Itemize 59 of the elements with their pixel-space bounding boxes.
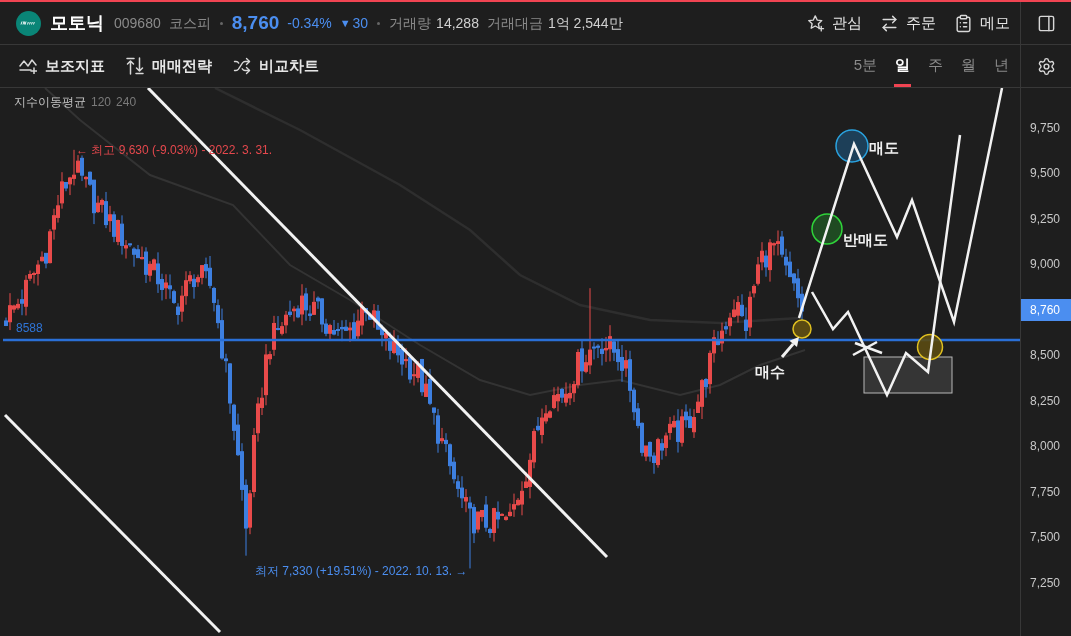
settings-icon xyxy=(1036,56,1056,76)
strategy-button[interactable]: 매매전략 xyxy=(126,54,212,78)
line-chart-plus-icon xyxy=(19,58,37,74)
watchlist-button[interactable]: 관심 xyxy=(807,11,862,35)
indicator-button[interactable]: 보조지표 xyxy=(19,54,105,78)
high-price-label: ← 최고 9,630 (-9.03%) - 2022. 3. 31. xyxy=(76,142,273,159)
price-tick-label: 8,500 xyxy=(1030,347,1061,365)
legend-period: 240 xyxy=(116,94,137,111)
buy-label: 매수 xyxy=(755,362,785,382)
trade-amount-label: 거래대금 xyxy=(486,13,543,33)
price-tick-label: 8,000 xyxy=(1030,438,1061,456)
half-sell-label: 반매도 xyxy=(843,230,888,250)
price-tick-label: 7,500 xyxy=(1030,529,1061,547)
target-point-marker xyxy=(916,333,944,361)
swap-arrows-icon xyxy=(880,13,899,33)
cross-mark xyxy=(852,340,883,357)
sell-label: 매도 xyxy=(869,138,899,158)
change-arrow: ▼ xyxy=(339,15,351,31)
price-tick-label: 9,500 xyxy=(1030,165,1061,183)
half-sell-point-marker xyxy=(811,213,843,245)
support-price-label: 8588 xyxy=(16,320,43,337)
volume-label: 거래량 xyxy=(389,13,432,33)
legend-title: 지수이동평균 xyxy=(14,94,86,111)
period-tab[interactable]: 일 xyxy=(894,45,911,87)
period-tab[interactable]: 5분 xyxy=(852,45,878,87)
up-down-arrows-icon xyxy=(126,57,144,75)
compare-chart-button[interactable]: 비교차트 xyxy=(233,54,319,78)
settings-button[interactable] xyxy=(1036,56,1056,76)
star-plus-icon xyxy=(807,14,825,32)
current-price: 8,760 xyxy=(231,10,280,35)
panel-toggle-button[interactable] xyxy=(1036,13,1056,33)
volume-value: 14,288 xyxy=(436,13,479,33)
stock-name: 모토닉 xyxy=(50,11,104,35)
price-tick-label: 9,750 xyxy=(1030,119,1061,137)
price-tick-label: 7,750 xyxy=(1030,483,1061,501)
order-button[interactable]: 주문 xyxy=(880,11,936,35)
memo-button[interactable]: 메모 xyxy=(954,11,1010,35)
low-price-label: 최저 7,330 (+19.51%) - 2022. 10. 13. → xyxy=(255,563,468,580)
clipboard-icon xyxy=(954,13,973,33)
change-rate: -0.34% xyxy=(287,13,332,33)
period-tab[interactable]: 월 xyxy=(960,45,977,87)
price-tick-label: 7,250 xyxy=(1030,574,1061,592)
logo-icon xyxy=(16,10,41,36)
price-tick-label: 9,000 xyxy=(1030,256,1061,274)
price-tick-label: 9,250 xyxy=(1030,210,1061,228)
sell-point-marker xyxy=(835,129,869,163)
change-amount: 30 xyxy=(352,13,369,33)
period-tab[interactable]: 년 xyxy=(993,45,1010,87)
period-tab[interactable]: 주 xyxy=(927,45,944,87)
side-panel-icon xyxy=(1036,13,1056,33)
current-price-tag: 8,760 xyxy=(1021,298,1071,321)
price-tick-label: 8,250 xyxy=(1030,392,1061,410)
shuffle-icon xyxy=(233,57,251,75)
stock-code: 009680 xyxy=(114,13,161,33)
legend-period: 120 xyxy=(91,94,112,111)
buy-point-marker xyxy=(792,319,812,339)
pointer-arrow xyxy=(780,337,799,358)
trade-amount-value: 1억 2,544만 xyxy=(547,13,623,33)
market-name: 코스피 xyxy=(168,13,211,33)
